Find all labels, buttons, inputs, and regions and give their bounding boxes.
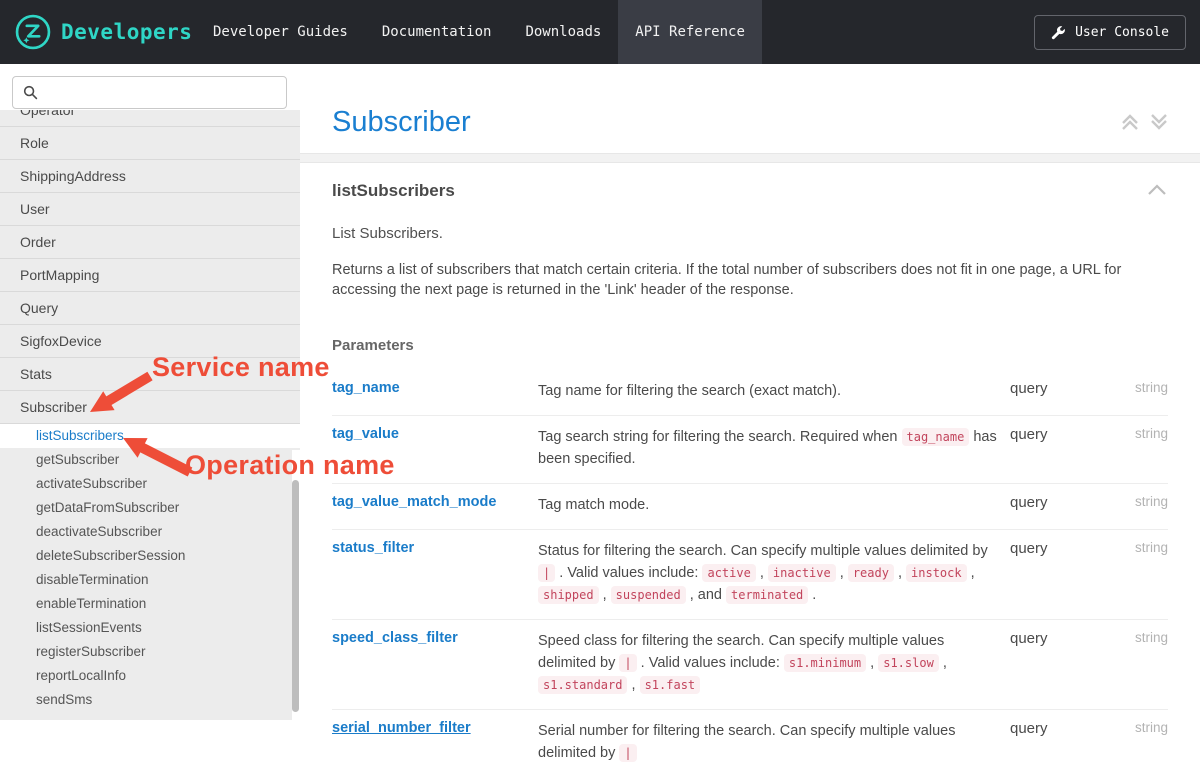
sidebar-service-query[interactable]: Query <box>0 292 300 325</box>
parameter-description: Tag match mode. <box>538 494 1002 516</box>
parameters-heading: Parameters <box>332 337 414 354</box>
search-box[interactable] <box>12 76 287 109</box>
sidebar-operation-deletesubscribersession[interactable]: deleteSubscriberSession <box>0 544 300 568</box>
operation-description: Returns a list of subscribers that match… <box>332 260 1156 300</box>
parameter-name-link[interactable]: tag_value <box>332 426 538 442</box>
search-input[interactable] <box>46 85 286 101</box>
page-title: Subscriber <box>332 106 471 139</box>
sidebar-service-user[interactable]: User <box>0 193 300 226</box>
parameter-type: string <box>1097 426 1168 441</box>
annotation-arrow-service <box>85 370 155 418</box>
parameter-name-link[interactable]: tag_name <box>332 380 538 396</box>
parameter-location: query <box>1002 630 1097 647</box>
inline-code: s1.slow <box>878 654 939 672</box>
sidebar-operation-deactivatesubscriber[interactable]: deactivateSubscriber <box>0 520 300 544</box>
operation-summary: List Subscribers. <box>332 225 443 242</box>
inline-code: s1.fast <box>640 676 701 694</box>
operation-title: listSubscribers <box>332 181 455 201</box>
search-icon <box>23 85 38 100</box>
main-nav: Developer GuidesDocumentationDownloadsAP… <box>196 0 762 64</box>
inline-code: | <box>619 654 636 672</box>
sidebar-operation-listsessionevents[interactable]: listSessionEvents <box>0 616 300 640</box>
parameter-description: Serial number for filtering the search. … <box>538 720 1002 764</box>
app-header: Developers Developer GuidesDocumentation… <box>0 0 1200 64</box>
parameter-name-link[interactable]: tag_value_match_mode <box>332 494 538 510</box>
wrench-icon <box>1051 25 1066 40</box>
inline-code: active <box>702 564 755 582</box>
parameter-row: status_filterStatus for filtering the se… <box>332 530 1168 620</box>
parameter-location: query <box>1002 540 1097 557</box>
section-divider <box>300 153 1200 163</box>
parameter-location: query <box>1002 380 1097 397</box>
inline-code: instock <box>906 564 967 582</box>
parameter-type: string <box>1097 720 1168 735</box>
main-content: Subscriber listSubscribers List Subscrib… <box>300 64 1200 720</box>
parameter-description: Tag name for filtering the search (exact… <box>538 380 1002 402</box>
inline-code: inactive <box>768 564 836 582</box>
parameter-location: query <box>1002 426 1097 443</box>
parameter-type: string <box>1097 380 1168 395</box>
scroll-to-top-icon[interactable] <box>1119 110 1141 134</box>
parameters-table: tag_nameTag name for filtering the searc… <box>332 370 1168 777</box>
sidebar-operation-sendsms[interactable]: sendSms <box>0 688 300 712</box>
sidebar-operation-getdatafromsubscriber[interactable]: getDataFromSubscriber <box>0 496 300 520</box>
logo-icon <box>14 13 52 51</box>
logo-text: Developers <box>61 20 192 44</box>
parameter-name-link[interactable]: speed_class_filter <box>332 630 538 646</box>
nav-item-developer-guides[interactable]: Developer Guides <box>196 0 365 64</box>
sidebar-search-area <box>0 64 300 110</box>
sidebar-operation-reportlocalinfo[interactable]: reportLocalInfo <box>0 664 300 688</box>
sidebar-operation-registersubscriber[interactable]: registerSubscriber <box>0 640 300 664</box>
parameter-row: tag_valueTag search string for filtering… <box>332 416 1168 484</box>
parameter-row: speed_class_filterSpeed class for filter… <box>332 620 1168 710</box>
inline-code: s1.standard <box>538 676 627 694</box>
inline-code: | <box>538 564 555 582</box>
inline-code: tag_name <box>902 428 970 446</box>
parameter-type: string <box>1097 540 1168 555</box>
sidebar-scrollbar-thumb[interactable] <box>292 480 299 712</box>
inline-code: terminated <box>726 586 808 604</box>
annotation-service-name: Service name <box>152 352 330 383</box>
parameter-name-link[interactable]: status_filter <box>332 540 538 556</box>
parameter-description: Status for filtering the search. Can spe… <box>538 540 1002 606</box>
sidebar-service-portmapping[interactable]: PortMapping <box>0 259 300 292</box>
parameter-name-link[interactable]: serial_number_filter <box>332 720 538 736</box>
user-console-button[interactable]: User Console <box>1034 15 1186 50</box>
inline-code: ready <box>848 564 894 582</box>
parameter-description: Speed class for filtering the search. Ca… <box>538 630 1002 696</box>
sidebar-service-order[interactable]: Order <box>0 226 300 259</box>
parameter-row: tag_nameTag name for filtering the searc… <box>332 370 1168 416</box>
parameter-row: tag_value_match_modeTag match mode.query… <box>332 484 1168 530</box>
inline-code: suspended <box>611 586 686 604</box>
nav-item-api-reference[interactable]: API Reference <box>618 0 762 64</box>
parameter-location: query <box>1002 494 1097 511</box>
brand[interactable]: Developers <box>0 0 196 64</box>
sidebar-operation-disabletermination[interactable]: disableTermination <box>0 568 300 592</box>
scroll-to-bottom-icon[interactable] <box>1148 110 1170 134</box>
sidebar-operation-enabletermination[interactable]: enableTermination <box>0 592 300 616</box>
parameter-type: string <box>1097 630 1168 645</box>
nav-item-documentation[interactable]: Documentation <box>365 0 509 64</box>
parameter-row: serial_number_filterSerial number for fi… <box>332 710 1168 777</box>
parameter-type: string <box>1097 494 1168 509</box>
annotation-operation-name: Operation name <box>185 450 395 481</box>
parameter-description: Tag search string for filtering the sear… <box>538 426 1002 470</box>
sidebar-service-shippingaddress[interactable]: ShippingAddress <box>0 160 300 193</box>
inline-code: shipped <box>538 586 599 604</box>
sidebar-service-role[interactable]: Role <box>0 127 300 160</box>
parameter-location: query <box>1002 720 1097 737</box>
inline-code: | <box>619 744 636 762</box>
collapse-section-icon[interactable] <box>1146 183 1168 202</box>
inline-code: s1.minimum <box>784 654 866 672</box>
annotation-arrow-operation <box>115 430 195 480</box>
nav-item-downloads[interactable]: Downloads <box>508 0 618 64</box>
